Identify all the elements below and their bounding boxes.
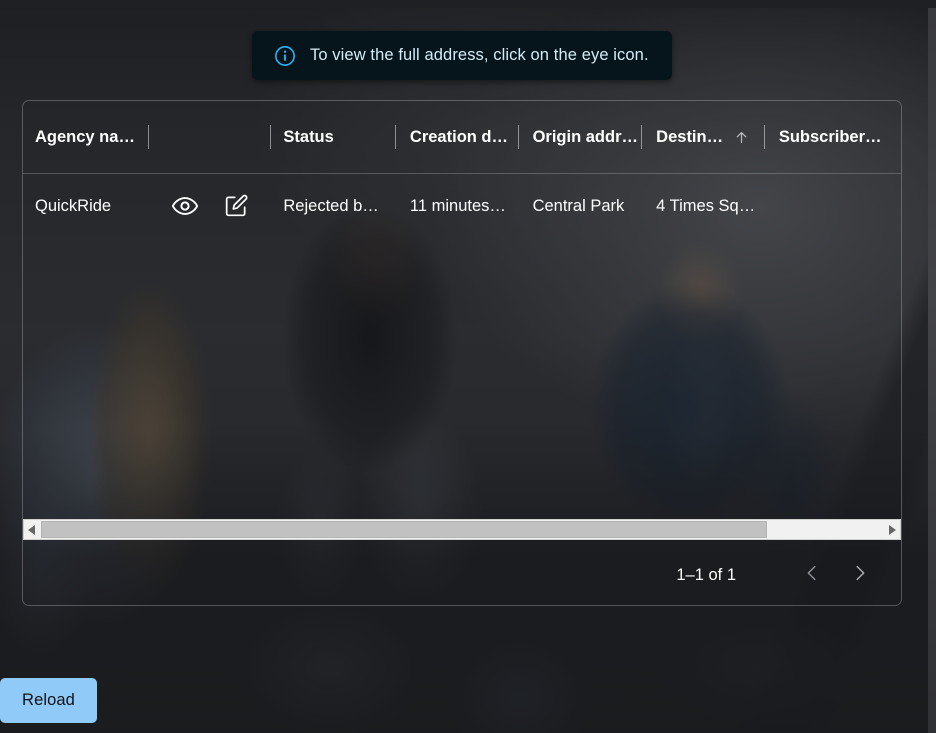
table-row[interactable]: QuickRide Rejected b… 11 minutes… Centra… (23, 174, 901, 238)
triangle-left-icon[interactable] (24, 520, 40, 539)
column-header-status[interactable]: Status (271, 101, 395, 173)
chevron-left-icon (801, 562, 823, 589)
top-edge-strip (0, 0, 936, 8)
cell-origin-address: Central Park (532, 196, 625, 215)
reload-button[interactable]: Reload (0, 678, 97, 723)
cell-status: Rejected b… (283, 196, 379, 215)
info-circle-icon (274, 45, 296, 67)
cell-subscriber (765, 174, 901, 238)
eye-icon[interactable] (171, 192, 199, 220)
info-toast: To view the full address, click on the e… (252, 31, 672, 80)
page-scroll-gutter[interactable] (928, 8, 936, 733)
cell-creation-date: 11 minutes… (409, 196, 506, 215)
edit-pencil-box-icon[interactable] (222, 192, 250, 220)
triangle-right-icon[interactable] (884, 520, 900, 539)
cell-destination-address: 4 Times Sq… (656, 196, 756, 215)
page-range-label: 1–1 of 1 (676, 565, 736, 584)
next-page-button[interactable] (840, 555, 880, 595)
paginator: 1–1 of 1 (22, 546, 902, 604)
cell-agency-name: QuickRide (35, 196, 112, 215)
scrollbar-track[interactable] (40, 520, 884, 539)
column-header-actions[interactable] (149, 101, 271, 173)
chevron-right-icon (849, 562, 871, 589)
column-header-subscriber[interactable]: Subscriber… (765, 101, 901, 173)
arrow-up-icon (723, 129, 750, 146)
scrollbar-thumb[interactable] (41, 521, 767, 538)
toast-message: To view the full address, click on the e… (310, 46, 649, 64)
column-header-origin-address[interactable]: Origin addr… (519, 101, 642, 173)
table-header-row: Agency na… Status Creation d… Origin add… (23, 101, 901, 174)
cell-actions (149, 174, 271, 238)
previous-page-button[interactable] (792, 555, 832, 595)
column-header-agency-name[interactable]: Agency na… (23, 101, 148, 173)
column-header-creation-date[interactable]: Creation d… (396, 101, 518, 173)
column-header-destination-address[interactable]: Destin… (642, 101, 764, 173)
app-viewport: To view the full address, click on the e… (0, 0, 936, 733)
horizontal-scrollbar[interactable] (23, 519, 901, 540)
